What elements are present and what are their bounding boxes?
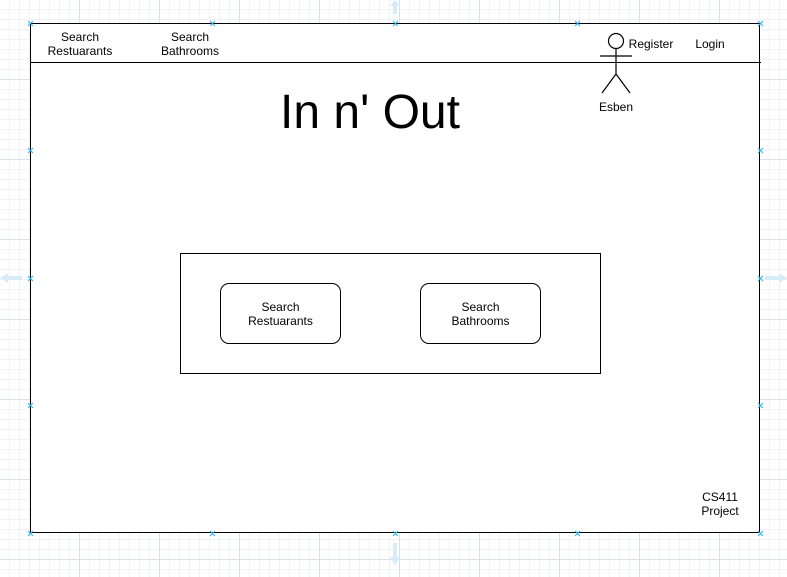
selection-handle-top-quarter[interactable] bbox=[210, 21, 215, 26]
selection-handle-top-mid[interactable] bbox=[393, 21, 398, 26]
search-restaurants-button[interactable]: Search Restuarants bbox=[220, 283, 341, 344]
nav-bar-divider bbox=[30, 62, 761, 63]
nav-login-link[interactable]: Login bbox=[688, 37, 732, 51]
selection-handle-left-three-quarter[interactable] bbox=[28, 403, 33, 408]
selection-handle-bottom-right[interactable] bbox=[758, 531, 763, 536]
selection-handle-left-quarter[interactable] bbox=[28, 148, 33, 153]
search-bathrooms-button[interactable]: Search Bathrooms bbox=[420, 283, 541, 344]
selection-handle-top-left[interactable] bbox=[28, 21, 33, 26]
project-label: CS411 Project bbox=[701, 490, 739, 518]
canvas-arrow-down-icon[interactable] bbox=[389, 543, 401, 565]
selection-handle-bottom-left[interactable] bbox=[28, 531, 33, 536]
canvas-arrow-up-icon[interactable] bbox=[389, 0, 401, 14]
selection-handle-left-mid[interactable] bbox=[28, 276, 33, 281]
nav-search-restaurants-link[interactable]: Search Restuarants bbox=[40, 30, 120, 58]
selection-handle-right-mid[interactable] bbox=[758, 276, 763, 281]
selection-handle-top-three-quarter[interactable] bbox=[575, 21, 580, 26]
user-name-label: Esben bbox=[598, 100, 634, 114]
selection-handle-right-quarter[interactable] bbox=[758, 148, 763, 153]
selection-handle-bottom-mid[interactable] bbox=[393, 531, 398, 536]
nav-search-bathrooms-link[interactable]: Search Bathrooms bbox=[150, 30, 230, 58]
selection-handle-bottom-quarter[interactable] bbox=[210, 531, 215, 536]
canvas-arrow-left-icon[interactable] bbox=[0, 272, 22, 284]
page-title: In n' Out bbox=[280, 86, 460, 139]
search-options-panel: Search Restuarants Search Bathrooms bbox=[180, 253, 601, 374]
user-actor-icon[interactable] bbox=[598, 32, 634, 96]
selection-handle-bottom-three-quarter[interactable] bbox=[575, 531, 580, 536]
canvas-arrow-right-icon[interactable] bbox=[765, 272, 787, 284]
selection-handle-top-right[interactable] bbox=[758, 21, 763, 26]
selection-handle-right-three-quarter[interactable] bbox=[758, 403, 763, 408]
